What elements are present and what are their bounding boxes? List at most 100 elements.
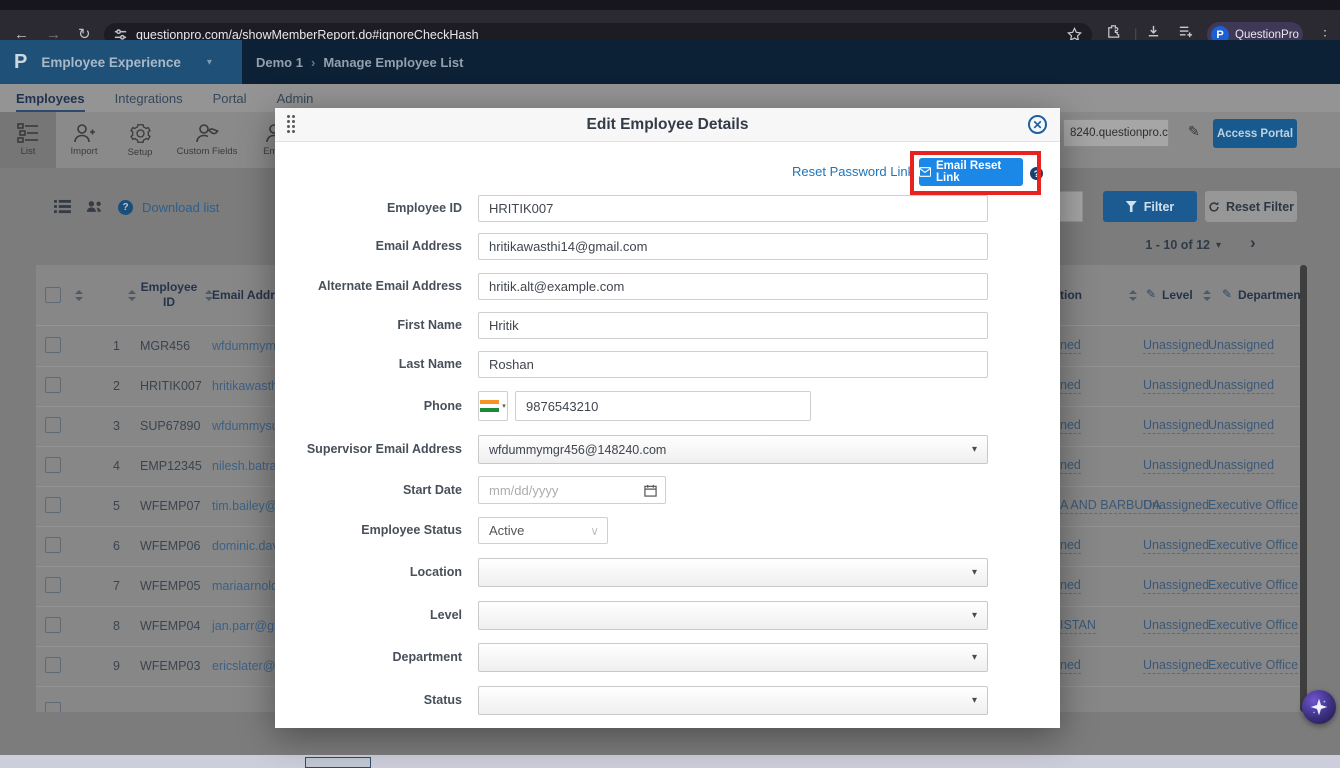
location-link[interactable]: ned bbox=[1060, 338, 1081, 354]
toolbar-item-list[interactable]: List bbox=[0, 112, 56, 168]
level-link[interactable]: Unassigned bbox=[1143, 498, 1209, 514]
department-link[interactable]: Executive Office bbox=[1208, 618, 1298, 634]
row-checkbox[interactable] bbox=[45, 657, 61, 673]
row-checkbox[interactable] bbox=[45, 537, 61, 553]
location-link[interactable]: ned bbox=[1060, 418, 1081, 434]
level-link[interactable]: Unassigned bbox=[1143, 538, 1209, 554]
status-select[interactable]: ▾ bbox=[478, 686, 988, 715]
level-link[interactable]: Unassigned bbox=[1143, 418, 1209, 434]
location-select[interactable]: ▾ bbox=[478, 558, 988, 587]
row-checkbox[interactable] bbox=[45, 617, 61, 633]
employee-id-header[interactable]: Employee ID bbox=[138, 280, 200, 310]
edit-portal-url-icon[interactable]: ✎ bbox=[1188, 124, 1200, 140]
sort-icon[interactable] bbox=[127, 290, 135, 301]
first-name-field[interactable]: Hritik bbox=[478, 312, 988, 339]
breadcrumb-project[interactable]: Demo 1 bbox=[256, 55, 303, 70]
access-portal-button[interactable]: Access Portal bbox=[1213, 119, 1297, 148]
email-link[interactable]: tim.bailey@g bbox=[212, 499, 284, 513]
reset-filter-button[interactable]: Reset Filter bbox=[1205, 191, 1297, 222]
reading-list-icon[interactable] bbox=[1178, 24, 1193, 39]
email-address-label: Email Address bbox=[275, 233, 462, 260]
sort-icon[interactable] bbox=[1202, 290, 1210, 301]
row-checkbox[interactable] bbox=[45, 337, 61, 353]
level-link[interactable]: Unassigned bbox=[1143, 458, 1209, 474]
close-icon[interactable]: ✕ bbox=[1028, 115, 1047, 134]
product-switcher[interactable]: P Employee Experience ▾ bbox=[0, 40, 242, 84]
level-link[interactable]: Unassigned bbox=[1143, 658, 1209, 674]
email-link[interactable]: hritikawasthi bbox=[212, 379, 281, 393]
department-link[interactable]: Executive Office bbox=[1208, 658, 1298, 674]
department-link[interactable]: Unassigned bbox=[1208, 458, 1274, 474]
row-checkbox[interactable] bbox=[45, 577, 61, 593]
location-header-partial[interactable]: tion bbox=[1060, 288, 1082, 302]
reset-password-link[interactable]: Reset Password Link bbox=[792, 164, 914, 179]
level-link[interactable]: Unassigned bbox=[1143, 378, 1209, 394]
modal-help-icon[interactable]: ? bbox=[1030, 167, 1043, 180]
department-header[interactable]: Department bbox=[1238, 288, 1305, 302]
email-link[interactable]: mariaarnold bbox=[212, 579, 278, 593]
tab-employees[interactable]: Employees bbox=[16, 91, 85, 112]
download-list-link[interactable]: Download list bbox=[142, 200, 219, 215]
country-flag-select[interactable]: ▾ bbox=[478, 391, 508, 421]
location-link[interactable]: ned bbox=[1060, 378, 1081, 394]
select-all-checkbox[interactable] bbox=[45, 287, 61, 303]
level-select[interactable]: ▾ bbox=[478, 601, 988, 630]
level-link[interactable]: Unassigned bbox=[1143, 578, 1209, 594]
employee-status-select[interactable]: Active∨ bbox=[478, 517, 608, 544]
department-link[interactable]: Executive Office bbox=[1208, 538, 1298, 554]
location-link[interactable]: ned bbox=[1060, 458, 1081, 474]
next-page-icon[interactable]: › bbox=[1250, 233, 1256, 253]
location-link[interactable]: ISTAN bbox=[1060, 618, 1096, 634]
row-checkbox[interactable] bbox=[45, 417, 61, 433]
list-view-icon[interactable] bbox=[54, 199, 71, 214]
location-link[interactable]: ned bbox=[1060, 538, 1081, 554]
level-link[interactable]: Unassigned bbox=[1143, 338, 1209, 354]
email-link[interactable]: wfdummymg bbox=[212, 339, 283, 353]
email-link[interactable]: ericslater@g bbox=[212, 659, 282, 673]
employee-id-field[interactable]: HRITIK007 bbox=[478, 195, 988, 222]
email-link[interactable]: dominic.davi bbox=[212, 539, 281, 553]
page-size-caret-icon[interactable]: ▾ bbox=[1216, 240, 1221, 251]
email-address-field[interactable]: hritikawasthi14@gmail.com bbox=[478, 233, 988, 260]
sort-icon[interactable] bbox=[204, 290, 212, 301]
row-checkbox[interactable] bbox=[45, 377, 61, 393]
row-checkbox-partial[interactable] bbox=[45, 702, 61, 712]
bottom-button-partial[interactable] bbox=[305, 757, 371, 768]
location-link[interactable]: ned bbox=[1060, 578, 1081, 594]
table-scrollbar[interactable] bbox=[1300, 265, 1307, 712]
toolbar-item-setup[interactable]: Setup bbox=[112, 112, 168, 168]
portal-url-input[interactable]: 8240.questionpro.c bbox=[1063, 119, 1169, 147]
toolbar-item-custom-fields[interactable]: Custom Fields bbox=[168, 112, 246, 168]
download-icon[interactable] bbox=[1146, 24, 1161, 39]
group-view-icon[interactable] bbox=[86, 199, 104, 214]
row-checkbox[interactable] bbox=[45, 497, 61, 513]
edit-department-icon[interactable]: ✎ bbox=[1222, 287, 1232, 301]
assistant-sparkle-widget[interactable] bbox=[1302, 690, 1336, 724]
extensions-icon[interactable] bbox=[1106, 24, 1121, 39]
filter-button[interactable]: Filter bbox=[1103, 191, 1197, 222]
tab-portal[interactable]: Portal bbox=[213, 91, 247, 112]
start-date-field[interactable]: mm/dd/yyyy bbox=[478, 476, 666, 504]
level-link[interactable]: Unassigned bbox=[1143, 618, 1209, 634]
department-link[interactable]: Unassigned bbox=[1208, 338, 1274, 354]
level-header[interactable]: Level bbox=[1162, 288, 1193, 302]
alternate-email-address-field[interactable]: hritik.alt@example.com bbox=[478, 273, 988, 300]
edit-level-icon[interactable]: ✎ bbox=[1146, 287, 1156, 301]
department-link[interactable]: Unassigned bbox=[1208, 418, 1274, 434]
row-checkbox[interactable] bbox=[45, 457, 61, 473]
list-help-icon[interactable]: ? bbox=[118, 200, 133, 215]
last-name-field[interactable]: Roshan bbox=[478, 351, 988, 378]
email-reset-link-button[interactable]: Email Reset Link bbox=[919, 158, 1023, 186]
department-link[interactable]: Executive Office bbox=[1208, 578, 1298, 594]
supervisor-email-address-select[interactable]: wfdummymgr456@148240.com▾ bbox=[478, 435, 988, 464]
department-link[interactable]: Executive Office bbox=[1208, 498, 1298, 514]
toolbar-item-import[interactable]: Import bbox=[56, 112, 112, 168]
email-link[interactable]: jan.parr@gm bbox=[212, 619, 284, 633]
phone-field[interactable]: 9876543210 bbox=[515, 391, 811, 421]
tab-integrations[interactable]: Integrations bbox=[115, 91, 183, 112]
sort-icon[interactable] bbox=[1128, 290, 1136, 301]
department-link[interactable]: Unassigned bbox=[1208, 378, 1274, 394]
sort-icon[interactable] bbox=[74, 290, 82, 301]
location-link[interactable]: ned bbox=[1060, 658, 1081, 674]
department-select[interactable]: ▾ bbox=[478, 643, 988, 672]
